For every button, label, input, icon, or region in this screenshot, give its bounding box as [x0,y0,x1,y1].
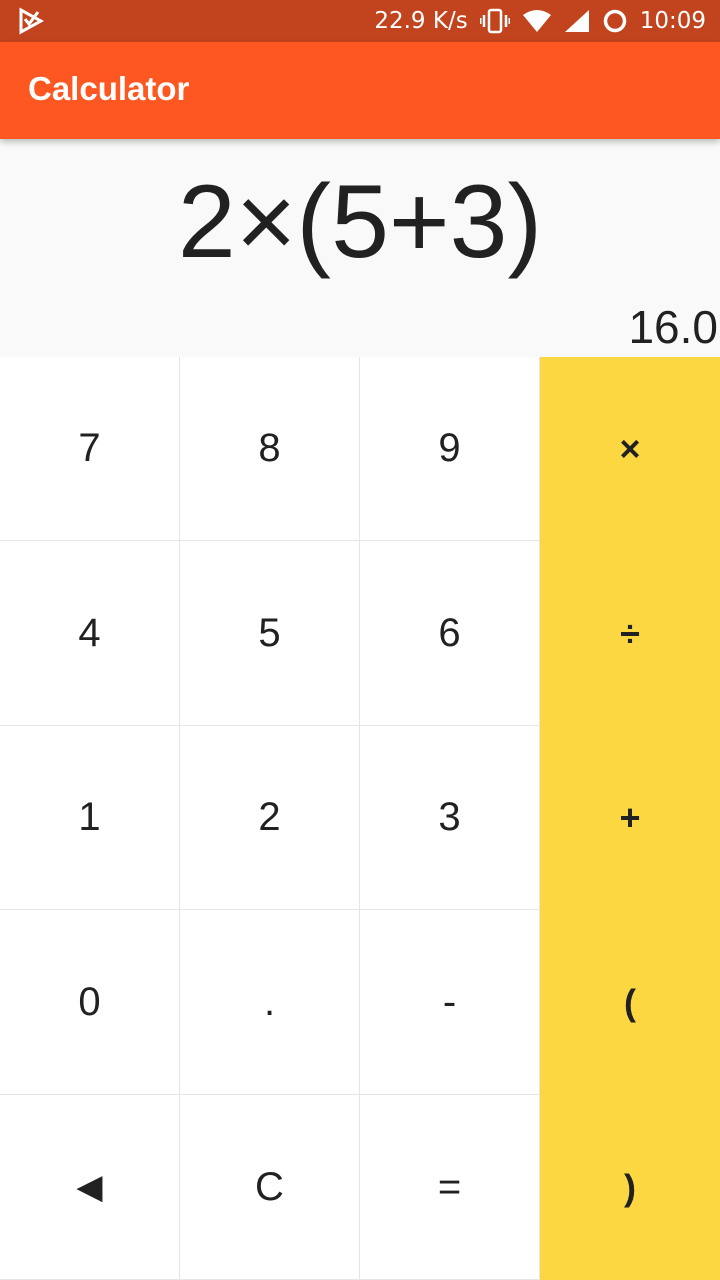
app-title: Calculator [28,70,190,107]
key-3-button[interactable]: 3 [360,726,540,910]
app-notification-icon [19,7,44,35]
app-bar: Calculator [0,42,720,139]
key-close-paren-button[interactable]: ) [540,1095,720,1280]
calculator-display: 2×(5+3) 16.0 [0,139,720,357]
key-divide-button[interactable]: ÷ [540,541,720,726]
key-1-button[interactable]: 1 [0,726,180,910]
key-2-button[interactable]: 2 [180,726,360,910]
key-plus-button[interactable]: + [540,726,720,910]
key-6-button[interactable]: 6 [360,541,540,726]
key-7-button[interactable]: 7 [0,357,180,541]
signal-icon [564,10,589,32]
key-4-button[interactable]: 4 [0,541,180,726]
status-time: 10:09 [639,8,706,34]
key-9-button[interactable]: 9 [360,357,540,541]
key-0-button[interactable]: 0 [0,910,180,1095]
keypad: 7 8 9 × 4 5 6 ÷ 1 2 3 +0. -( ◀ C =) [0,357,720,1280]
wifi-icon [522,10,551,32]
key-open-paren-button[interactable]: ( [540,910,720,1095]
expression-display: 2×(5+3) [177,164,543,280]
key-8-button[interactable]: 8 [180,357,360,541]
network-speed: 22.9 K/s [374,8,468,34]
sync-icon [603,9,626,33]
status-bar: 22.9 K/s 10:09 [0,0,720,42]
result-display: 16.0 [628,301,718,353]
key-minus-button[interactable]: - [360,910,540,1095]
key-multiply-button[interactable]: × [540,357,720,541]
key-decimal-button[interactable]: . [180,910,360,1095]
key-5-button[interactable]: 5 [180,541,360,726]
vibrate-icon [479,8,510,34]
key-equals-button[interactable]: = [360,1095,540,1280]
key-clear-button[interactable]: C [180,1095,360,1280]
key-backspace-button[interactable]: ◀ [0,1095,180,1280]
